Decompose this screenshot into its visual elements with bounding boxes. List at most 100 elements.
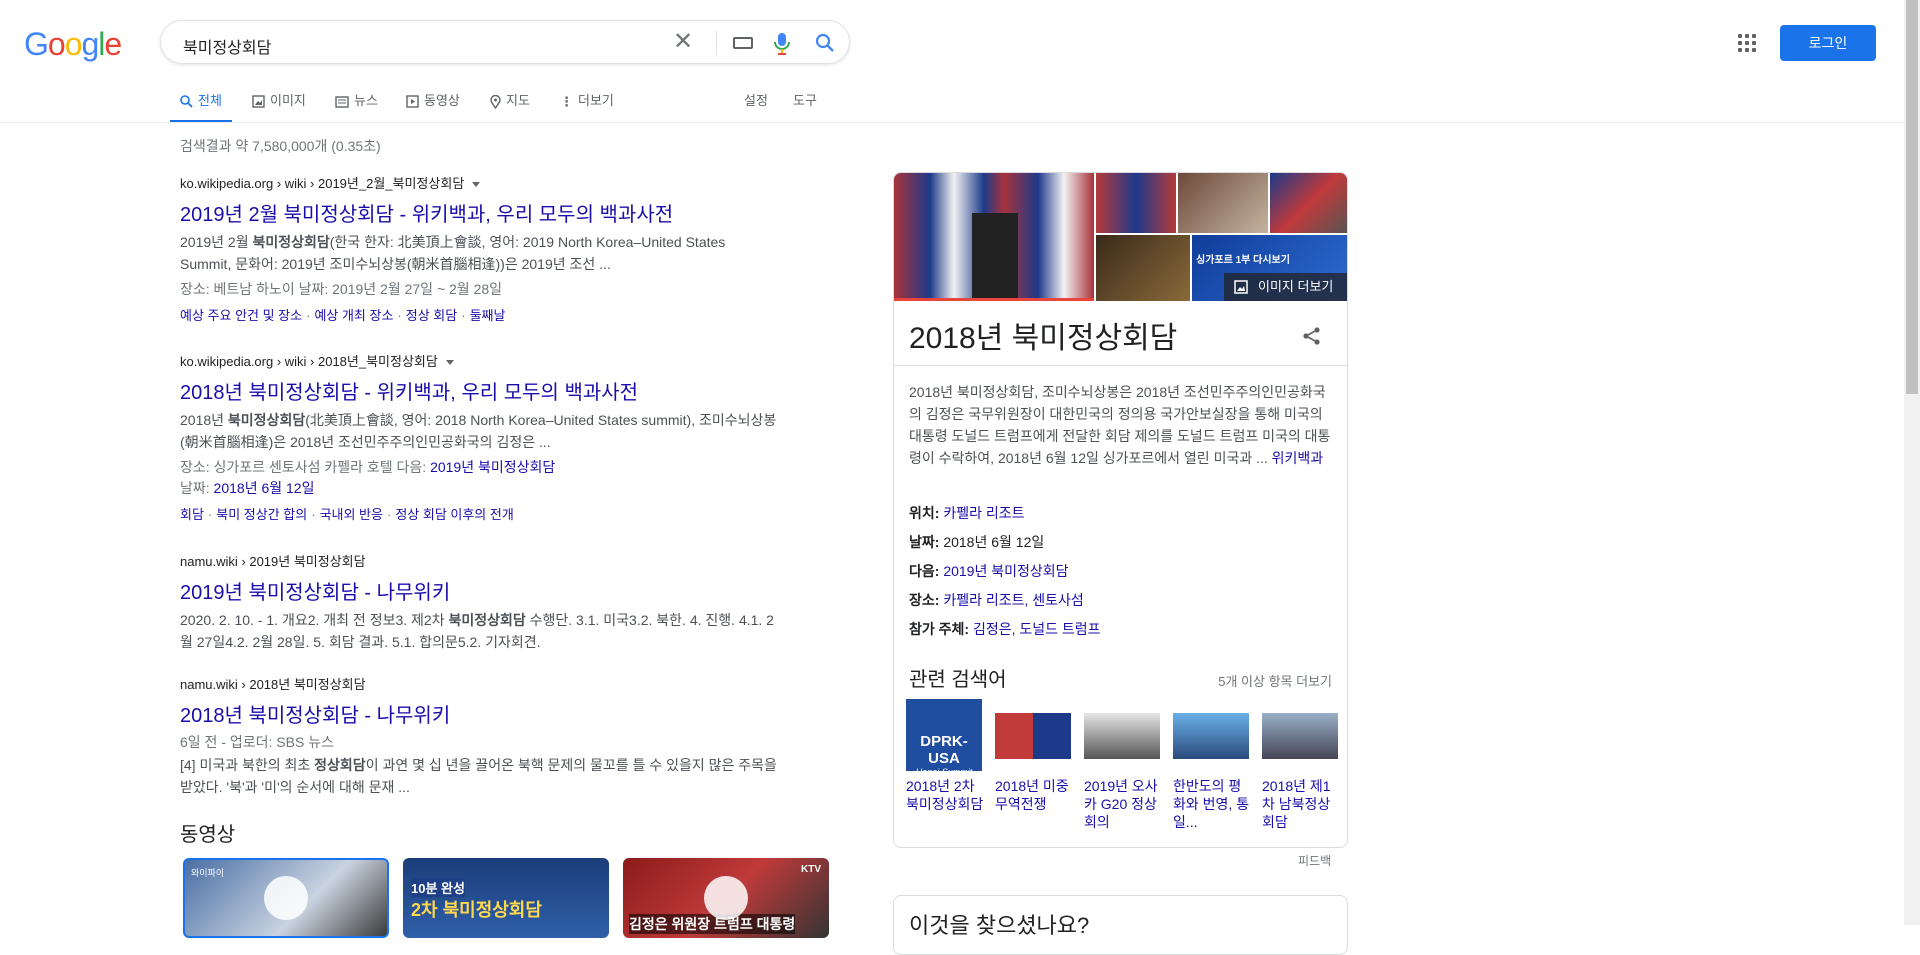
map-pin-icon [490, 94, 501, 109]
search-box[interactable]: 북미정상회담 ✕ [160, 20, 850, 64]
related-more-link[interactable]: 5개 이상 항목 더보기 [1218, 671, 1332, 690]
kp-fact-link[interactable]: 2019년 북미정상회담 [943, 563, 1068, 579]
related-thumb[interactable] [1173, 713, 1249, 759]
sitelinks: 예상 주요 안건 및 장소 · 예상 개최 장소 · 정상 회담 · 둘째날 [180, 308, 506, 323]
related-label[interactable]: 2018년 미중 무역전쟁 [995, 777, 1075, 813]
knowledge-panel-secondary: 이것을 찾으셨나요? [893, 895, 1348, 955]
apps-grid-icon[interactable] [1738, 34, 1756, 52]
related-thumb[interactable]: DPRK-USA Hanoi Summit VIET NAM [906, 699, 982, 784]
result-snippet: 2020. 2. 10. - 1. 개요2. 개최 전 정보3. 제2차 북미정… [180, 612, 774, 650]
tab-images[interactable]: 이미지 [252, 90, 306, 122]
result-title[interactable]: 2019년 북미정상회담 - 나무위키 [180, 576, 780, 605]
result-meta: 장소: 베트남 하노이 날짜: 2019년 2월 27일 ~ 2월 28일 [180, 281, 503, 297]
tab-videos[interactable]: 동영상 [406, 90, 460, 122]
tab-label: 뉴스 [354, 93, 378, 108]
more-images-button[interactable]: 이미지 더보기 [1224, 273, 1347, 301]
kp-fact: 장소: 카펠라 리조트, 센토사섬 [909, 592, 1084, 608]
sitelink[interactable]: 정상 회담 이후의 전개 [395, 507, 513, 522]
related-thumb-subtext: Hanoi Summit [915, 767, 973, 777]
tab-maps[interactable]: 지도 [490, 90, 530, 122]
tab-tools[interactable]: 도구 [793, 90, 817, 122]
result-cite[interactable]: ko.wikipedia.org › wiki › 2019년_2월_북미정상회… [180, 173, 780, 192]
related-thumb[interactable] [1262, 713, 1338, 759]
tab-all[interactable]: 전체 [170, 90, 232, 123]
related-thumb-text: DPRK-USA [920, 733, 968, 767]
tab-label: 동영상 [424, 93, 460, 108]
search-result: namu.wiki › 2018년 북미정상회담 2018년 북미정상회담 - … [180, 674, 780, 798]
microphone-icon[interactable] [773, 32, 791, 56]
sitelink[interactable]: 둘째날 [470, 308, 506, 323]
kp-main-image[interactable] [894, 173, 1094, 301]
video-badge: 와이파이 [191, 868, 225, 878]
kp-source-link[interactable]: 위키백과 [1272, 450, 1324, 466]
kp-fact-link[interactable]: 카펠라 리조트, 센토사섬 [943, 592, 1083, 608]
sitelink[interactable]: 회담 [180, 507, 204, 522]
related-label[interactable]: 2018년 제1차 남북정상회담 [1262, 777, 1342, 831]
kp-thumb-image[interactable] [1096, 235, 1190, 301]
video-thumbnail[interactable]: 10분 완성 2차 북미정상회담 [403, 858, 609, 938]
sitelink[interactable]: 국내외 반응 [320, 507, 383, 522]
related-label[interactable]: 2019년 오사카 G20 정상회의 [1084, 777, 1164, 831]
tab-news[interactable]: 뉴스 [335, 90, 378, 122]
kp-description: 2018년 북미정상회담, 조미수뇌상봉은 2018년 조선민주주의인민공화국의… [909, 384, 1331, 466]
video-badge: KTV [801, 864, 821, 875]
tab-settings[interactable]: 설정 [744, 90, 768, 122]
search-input[interactable]: 북미정상회담 [183, 34, 271, 58]
keyboard-icon[interactable] [733, 37, 753, 49]
video-overlay-text: 김정은 위원장 트럼프 대통령 [629, 914, 796, 934]
video-thumbnail[interactable]: KTV 김정은 위원장 트럼프 대통령 [623, 858, 829, 938]
image-icon [1234, 280, 1248, 294]
related-label[interactable]: 2018년 2차 북미정상회담 [906, 777, 986, 813]
search-icon[interactable] [815, 33, 835, 53]
result-stats: 검색결과 약 7,580,000개 (0.35초) [180, 138, 381, 154]
result-title[interactable]: 2018년 북미정상회담 - 나무위키 [180, 699, 780, 728]
share-icon[interactable] [1302, 326, 1322, 346]
meta-link[interactable]: 2018년 6월 12일 [214, 480, 315, 496]
tab-label: 이미지 [270, 93, 306, 108]
result-meta: 장소: 싱가포르 센토사섬 카펠라 호텔 다음: 2019년 북미정상회담 [180, 459, 556, 475]
tab-more[interactable]: ⋮ 더보기 [560, 90, 614, 122]
kp-thumb-image[interactable] [1096, 173, 1176, 233]
feedback-link[interactable]: 피드백 [1298, 852, 1331, 869]
caret-down-icon[interactable] [472, 182, 481, 188]
kp-thumb-image[interactable] [1178, 173, 1268, 233]
google-logo[interactable]: Google [24, 26, 122, 63]
play-icon[interactable] [704, 876, 748, 920]
sitelink[interactable]: 예상 주요 안건 및 장소 [180, 308, 302, 323]
result-cite[interactable]: ko.wikipedia.org › wiki › 2018년_북미정상회담 [180, 351, 780, 370]
tab-label: 전체 [198, 93, 222, 108]
video-icon [406, 95, 419, 108]
result-title[interactable]: 2019년 2월 북미정상회담 - 위키백과, 우리 모두의 백과사전 [180, 198, 780, 227]
related-searches-heading: 관련 검색어 [909, 669, 1007, 691]
result-snippet: 2018년 북미정상회담(北美頂上會談, 영어: 2018 North Kore… [180, 412, 777, 450]
sitelink[interactable]: 북미 정상간 합의 [216, 507, 307, 522]
sitelink[interactable]: 예상 개최 장소 [314, 308, 393, 323]
kp-image-badge: 싱가포르 1부 다시보기 [1196, 255, 1290, 266]
scrollbar-thumb[interactable] [1906, 0, 1918, 394]
clear-search-icon[interactable]: ✕ [673, 30, 693, 54]
result-title[interactable]: 2018년 북미정상회담 - 위키백과, 우리 모두의 백과사전 [180, 376, 780, 405]
result-cite[interactable]: namu.wiki › 2018년 북미정상회담 [180, 674, 780, 693]
more-images-label: 이미지 더보기 [1258, 279, 1334, 294]
related-thumb[interactable] [995, 713, 1071, 759]
result-snippet: [4] 미국과 북한의 최초 정상회담이 과연 몇 십 년을 끌어온 북핵 문제… [180, 757, 777, 795]
caret-down-icon[interactable] [445, 360, 454, 366]
tabs-divider [0, 122, 1910, 123]
sitelink[interactable]: 정상 회담 [406, 308, 457, 323]
meta-link[interactable]: 2019년 북미정상회담 [430, 459, 555, 475]
video-thumbnail[interactable]: 와이파이 [183, 858, 389, 938]
kp-image-figures [972, 213, 1018, 301]
result-cite[interactable]: namu.wiki › 2019년 북미정상회담 [180, 551, 780, 570]
result-snippet: 2019년 2월 북미정상회담(한국 한자: 北美頂上會談, 영어: 2019 … [180, 234, 726, 272]
related-thumb[interactable] [1084, 713, 1160, 759]
kp-image-underline [894, 298, 1094, 301]
videos-heading: 동영상 [180, 824, 236, 846]
result-meta: 6일 전 - 업로더: SBS 뉴스 [180, 734, 334, 750]
kp-fact-link[interactable]: 김정은, 도널드 트럼프 [973, 621, 1101, 637]
login-button[interactable]: 로그인 [1780, 25, 1876, 61]
play-icon[interactable] [264, 876, 308, 920]
kp-thumb-image[interactable] [1270, 173, 1347, 233]
kp-fact-link[interactable]: 카펠라 리조트 [943, 505, 1024, 521]
related-label[interactable]: 한반도의 평화와 번영, 통일... [1173, 777, 1253, 831]
kp-fact: 날짜: 2018년 6월 12일 [909, 534, 1045, 550]
